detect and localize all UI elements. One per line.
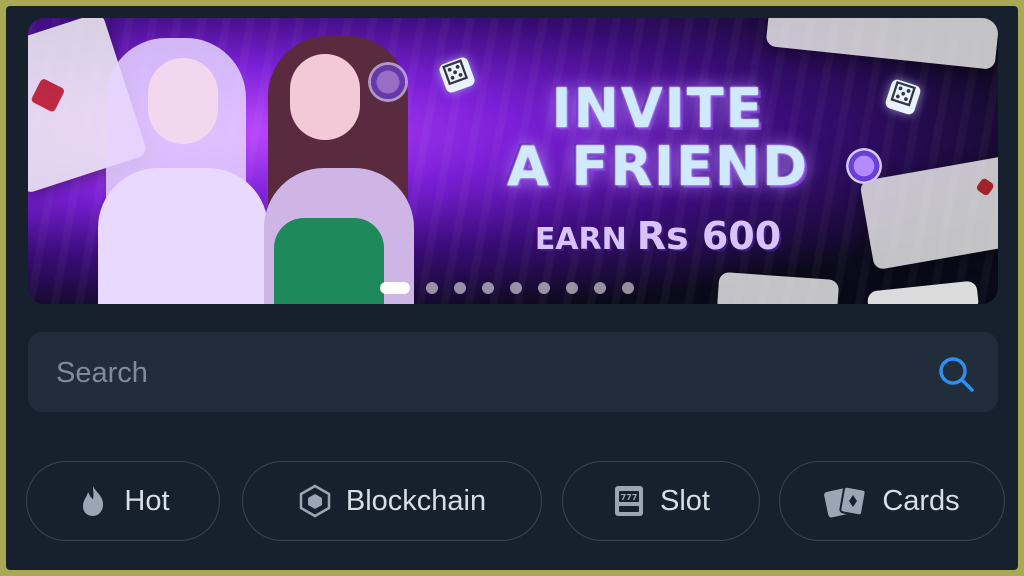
fire-icon [83, 486, 104, 516]
carousel-dot[interactable] [426, 282, 438, 294]
banner-headline: INVITE A FRIEND [448, 80, 868, 196]
earn-amount: Rs 600 [636, 214, 782, 258]
category-hot-button[interactable]: Hot [26, 461, 220, 541]
slot-machine-icon: 777 [615, 486, 643, 516]
carousel-dot[interactable] [622, 282, 634, 294]
green-dress-illustration [274, 218, 384, 304]
banner-earn-text: EARN Rs 600 [448, 214, 868, 258]
carousel-dot[interactable] [538, 282, 550, 294]
search-bar [28, 332, 998, 414]
woman-body-illustration [98, 168, 268, 304]
promo-banner[interactable]: INVITE A FRIEND EARN Rs 600 [28, 18, 998, 304]
woman-face-illustration [290, 54, 360, 140]
app-frame: INVITE A FRIEND EARN Rs 600 Hot Blockchai… [6, 6, 1018, 570]
poker-chip-icon [368, 62, 408, 102]
carousel-dot[interactable] [380, 282, 410, 294]
category-label: Cards [882, 484, 960, 517]
playing-cards-icon [824, 485, 867, 518]
category-slot-button[interactable]: 777 Slot [562, 461, 760, 541]
category-label: Slot [660, 484, 710, 517]
earn-label: EARN [534, 222, 627, 257]
carousel-dot[interactable] [510, 282, 522, 294]
carousel-pagination [380, 282, 634, 294]
category-cards-button[interactable]: Cards [779, 461, 1005, 541]
svg-text:777: 777 [621, 493, 638, 502]
headline-line-2: A FRIEND [506, 135, 810, 198]
category-label: Blockchain [345, 484, 487, 517]
woman-face-illustration [148, 58, 218, 144]
search-icon[interactable] [936, 354, 976, 394]
carousel-dot[interactable] [594, 282, 606, 294]
cube-icon [299, 484, 331, 518]
carousel-dot[interactable] [566, 282, 578, 294]
headline-line-1: INVITE [551, 77, 765, 140]
carousel-dot[interactable] [482, 282, 494, 294]
carousel-dot[interactable] [454, 282, 466, 294]
category-label: Hot [124, 484, 170, 517]
search-input[interactable] [54, 332, 918, 414]
category-blockchain-button[interactable]: Blockchain [242, 461, 542, 541]
